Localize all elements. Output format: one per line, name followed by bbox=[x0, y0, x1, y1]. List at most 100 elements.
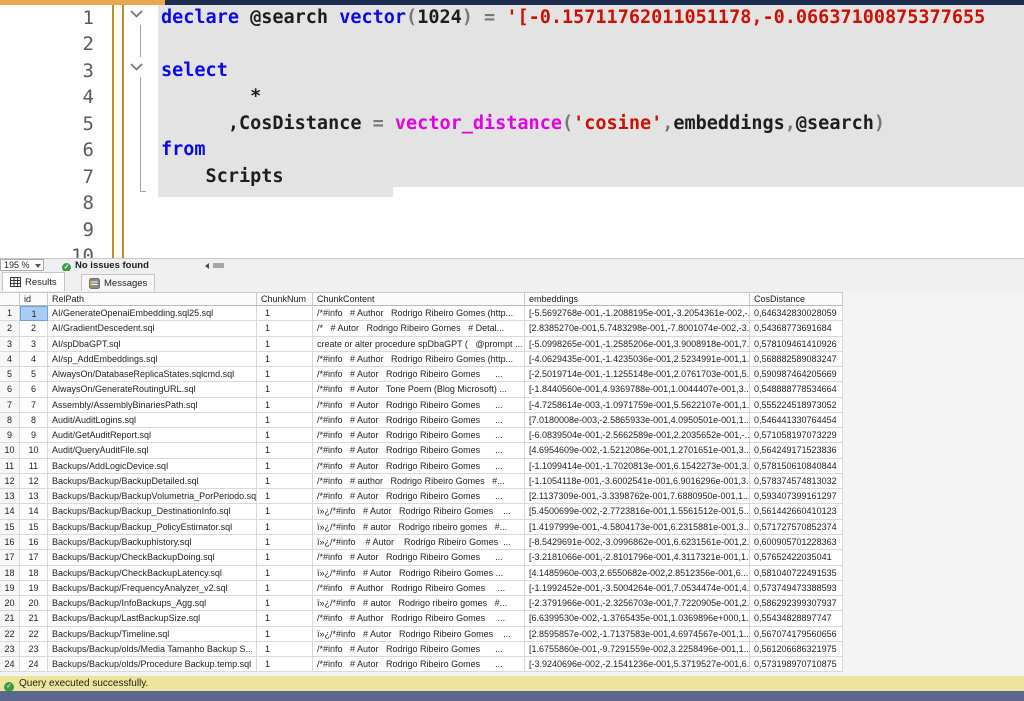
embeddings-cell[interactable]: [-4.7258614e-003,-1.0971759e-001,5.56221… bbox=[525, 398, 750, 413]
relpath-cell[interactable]: Backups/Backup/CheckBackupDoing.sql bbox=[48, 550, 257, 565]
chunkcontent-cell[interactable]: /*#info # Autor Tone Poem (Blog Microsof… bbox=[313, 382, 525, 397]
row-number-cell[interactable]: 20 bbox=[0, 596, 20, 611]
id-cell[interactable]: 1 bbox=[20, 306, 48, 321]
embeddings-cell[interactable]: [-5.5692768e-001,-1.2088195e-001,-3.2054… bbox=[525, 306, 750, 321]
chunkcontent-cell[interactable]: /*#info # Autor Rodrigo Ribeiro Gomes ..… bbox=[313, 459, 525, 474]
horizontal-scrollbar-thumb[interactable] bbox=[213, 263, 224, 268]
chunknum-cell[interactable]: 1 bbox=[257, 413, 313, 428]
id-cell[interactable]: 2 bbox=[20, 321, 48, 336]
column-header[interactable]: ChunkNum bbox=[257, 293, 313, 306]
relpath-cell[interactable]: Backups/Backup/olds/Procedure Backup.tem… bbox=[48, 657, 257, 672]
chunknum-cell[interactable]: 1 bbox=[257, 627, 313, 642]
id-cell[interactable]: 6 bbox=[20, 382, 48, 397]
chunknum-cell[interactable]: 1 bbox=[257, 459, 313, 474]
chunknum-cell[interactable]: 1 bbox=[257, 443, 313, 458]
tab-messages[interactable]: Messages bbox=[81, 274, 155, 291]
relpath-cell[interactable]: Audit/QueryAuditFile.sql bbox=[48, 443, 257, 458]
chunknum-cell[interactable]: 1 bbox=[257, 657, 313, 672]
id-cell[interactable]: 14 bbox=[20, 504, 48, 519]
embeddings-cell[interactable]: [2.1137309e-001,-3.3398762e-001,7.688095… bbox=[525, 489, 750, 504]
embeddings-cell[interactable]: [-1.1992452e-001,-3.5004264e-001,7.05344… bbox=[525, 581, 750, 596]
row-number-cell[interactable]: 17 bbox=[0, 550, 20, 565]
cosdistance-cell[interactable]: 0,548888778534664 bbox=[750, 382, 843, 397]
chunkcontent-cell[interactable]: ï»¿/*#info # Autor Rodrigo Ribeiro Gomes… bbox=[313, 627, 525, 642]
zoom-level-combo[interactable]: 195 % bbox=[0, 259, 44, 271]
chunknum-cell[interactable]: 1 bbox=[257, 642, 313, 657]
relpath-cell[interactable]: Backups/Backup/Backuphistory.sql bbox=[48, 535, 257, 550]
cosdistance-cell[interactable]: 0,564249171523836 bbox=[750, 443, 843, 458]
chunknum-cell[interactable]: 1 bbox=[257, 352, 313, 367]
chunknum-cell[interactable]: 1 bbox=[257, 398, 313, 413]
chunknum-cell[interactable]: 1 bbox=[257, 520, 313, 535]
row-number-cell[interactable]: 19 bbox=[0, 581, 20, 596]
id-cell[interactable]: 5 bbox=[20, 367, 48, 382]
embeddings-cell[interactable]: [4.6954609e-002,-1.5212086e-001,1.270165… bbox=[525, 443, 750, 458]
row-number-cell[interactable]: 6 bbox=[0, 382, 20, 397]
cosdistance-cell[interactable]: 0,578109461410926 bbox=[750, 337, 843, 352]
row-number-cell[interactable]: 3 bbox=[0, 337, 20, 352]
chunkcontent-cell[interactable]: ï»¿/*#info # Autor Rodrigo Ribeiro Gomes… bbox=[313, 535, 525, 550]
chunkcontent-cell[interactable]: /*#info # Autor Rodrigo Ribeiro Gomes ..… bbox=[313, 489, 525, 504]
row-number-cell[interactable]: 21 bbox=[0, 611, 20, 626]
chunknum-cell[interactable]: 1 bbox=[257, 382, 313, 397]
cosdistance-cell[interactable]: 0,578150610840844 bbox=[750, 459, 843, 474]
column-header[interactable]: RelPath bbox=[48, 293, 257, 306]
column-header[interactable]: ChunkContent bbox=[313, 293, 525, 306]
cosdistance-cell[interactable]: 0,567074179560656 bbox=[750, 627, 843, 642]
row-number-cell[interactable]: 13 bbox=[0, 489, 20, 504]
chunknum-cell[interactable]: 1 bbox=[257, 367, 313, 382]
chunkcontent-cell[interactable]: /*#info # Autor Rodrigo Ribeiro Gomes ..… bbox=[313, 642, 525, 657]
embeddings-cell[interactable]: [2.8385270e-001,5.7483298e-001,-7.800107… bbox=[525, 321, 750, 336]
id-cell[interactable]: 19 bbox=[20, 581, 48, 596]
embeddings-cell[interactable]: [-2.5019714e-001,-1.1255148e-001,2.07617… bbox=[525, 367, 750, 382]
id-cell[interactable]: 24 bbox=[20, 657, 48, 672]
cosdistance-cell[interactable]: 0,586292399307937 bbox=[750, 596, 843, 611]
scrollbar-left-arrow[interactable] bbox=[205, 263, 209, 269]
embeddings-cell[interactable]: [-1.8440560e-001,4.9369788e-001,1.004440… bbox=[525, 382, 750, 397]
cosdistance-cell[interactable]: 0,578374574813032 bbox=[750, 474, 843, 489]
chunknum-cell[interactable]: 1 bbox=[257, 337, 313, 352]
relpath-cell[interactable]: Backups/Backup/CheckBackupLatency.sql bbox=[48, 566, 257, 581]
row-number-cell[interactable]: 9 bbox=[0, 428, 20, 443]
sql-code-area[interactable]: declare @search vector(1024) = '[-0.1571… bbox=[158, 5, 1024, 258]
embeddings-cell[interactable]: [-2.3791966e-001,-2.3256703e-001,7.72209… bbox=[525, 596, 750, 611]
chunkcontent-cell[interactable]: ï»¿/*#info # Autor Rodrigo Ribeiro Gomes… bbox=[313, 504, 525, 519]
chunkcontent-cell[interactable]: /*#info # author Rodrigo Ribeiro Gomes #… bbox=[313, 474, 525, 489]
relpath-cell[interactable]: AlwaysOn/GenerateRoutingURL.sql bbox=[48, 382, 257, 397]
chunknum-cell[interactable]: 1 bbox=[257, 596, 313, 611]
chunkcontent-cell[interactable]: ï»¿/*#info # autor Rodrigo ribeiro gomes… bbox=[313, 520, 525, 535]
chunkcontent-cell[interactable]: /*#info # Autor Rodrigo Ribeiro Gomes ..… bbox=[313, 657, 525, 672]
chunkcontent-cell[interactable]: /*#info # Autor Rodrigo Ribeiro Gomes ..… bbox=[313, 413, 525, 428]
cosdistance-cell[interactable]: 0,590987464205669 bbox=[750, 367, 843, 382]
cosdistance-cell[interactable]: 0,581040722491535 bbox=[750, 566, 843, 581]
embeddings-cell[interactable]: [-1.1099414e-001,-1.7020813e-001,6.15422… bbox=[525, 459, 750, 474]
embeddings-cell[interactable]: [5.4500699e-002,-2.7723816e-001,1.556151… bbox=[525, 504, 750, 519]
chunkcontent-cell[interactable]: /*#info # Autor Rodrigo Ribeiro Gomes ..… bbox=[313, 550, 525, 565]
embeddings-cell[interactable]: [-4.0629435e-001,-1.4235036e-001,2.52349… bbox=[525, 352, 750, 367]
id-cell[interactable]: 17 bbox=[20, 550, 48, 565]
row-number-cell[interactable]: 23 bbox=[0, 642, 20, 657]
id-cell[interactable]: 8 bbox=[20, 413, 48, 428]
id-cell[interactable]: 21 bbox=[20, 611, 48, 626]
chunknum-cell[interactable]: 1 bbox=[257, 535, 313, 550]
id-cell[interactable]: 20 bbox=[20, 596, 48, 611]
id-cell[interactable]: 16 bbox=[20, 535, 48, 550]
chunknum-cell[interactable]: 1 bbox=[257, 611, 313, 626]
cosdistance-cell[interactable]: 0,646342830028059 bbox=[750, 306, 843, 321]
id-cell[interactable]: 7 bbox=[20, 398, 48, 413]
relpath-cell[interactable]: Backups/AddLogicDevice.sql bbox=[48, 459, 257, 474]
relpath-cell[interactable]: Audit/GetAuditReport.sql bbox=[48, 428, 257, 443]
cosdistance-cell[interactable]: 0,593407399161297 bbox=[750, 489, 843, 504]
chunknum-cell[interactable]: 1 bbox=[257, 428, 313, 443]
chunkcontent-cell[interactable]: /*#info # Autor Rodrigo Ribeiro Gomes ..… bbox=[313, 367, 525, 382]
cosdistance-cell[interactable]: 0,573749473388593 bbox=[750, 581, 843, 596]
row-number-cell[interactable]: 14 bbox=[0, 504, 20, 519]
embeddings-cell[interactable]: [-6.0839504e-001,-2.5662589e-001,2.20356… bbox=[525, 428, 750, 443]
relpath-cell[interactable]: Assembly/AssemblyBinariesPath.sql bbox=[48, 398, 257, 413]
chunknum-cell[interactable]: 1 bbox=[257, 474, 313, 489]
row-number-cell[interactable]: 2 bbox=[0, 321, 20, 336]
id-cell[interactable]: 22 bbox=[20, 627, 48, 642]
id-cell[interactable]: 23 bbox=[20, 642, 48, 657]
fold-collapse-icon[interactable] bbox=[130, 10, 143, 18]
embeddings-cell[interactable]: [1.4197999e-001,-4.5804173e-001,6.231588… bbox=[525, 520, 750, 535]
